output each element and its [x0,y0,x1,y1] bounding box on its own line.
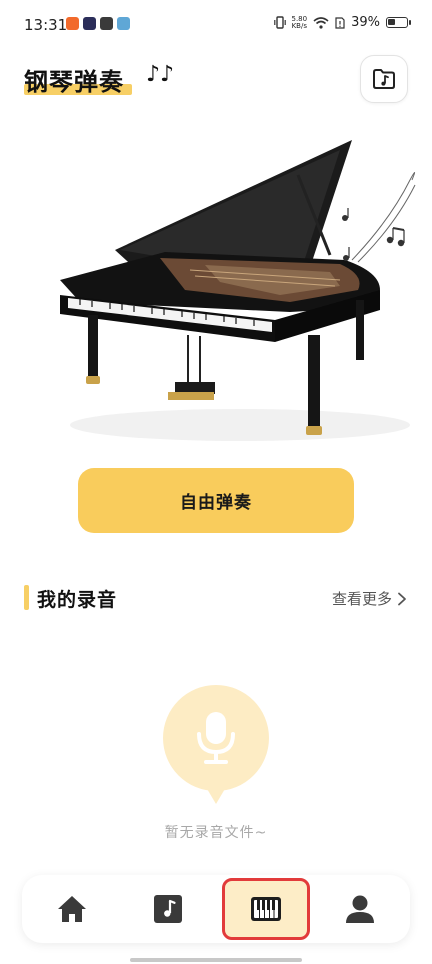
app-notification-icon [117,17,130,30]
grand-piano-illustration [60,140,416,441]
nav-home[interactable] [24,875,120,943]
free-play-button[interactable]: 自由弹奏 [78,468,354,533]
sim-alert-icon [335,16,345,29]
section-accent-bar [24,585,29,610]
home-icon [58,896,86,922]
notification-icons [66,17,130,30]
nav-music-library[interactable] [120,875,216,943]
empty-state-bubble [163,685,269,791]
profile-icon [346,895,374,923]
view-more-label: 查看更多 [331,590,392,608]
microphone-icon [197,712,235,764]
status-right: 5.80 KB/s 39% [273,15,411,30]
empty-state-bubble-tail [203,782,229,804]
chevron-right-icon [398,592,406,605]
battery-icon [386,17,411,28]
battery-percent: 39% [351,15,380,30]
page-title: 钢琴弹奏 [24,68,124,96]
app-notification-icon [83,17,96,30]
network-speed-unit: KB/s [291,21,307,30]
music-folder-button[interactable] [360,55,408,103]
vibrate-icon [273,16,286,29]
home-indicator [130,958,302,962]
nav-piano[interactable] [218,875,314,943]
view-more-link[interactable]: 查看更多 [332,588,408,609]
status-time: 13:31 [24,16,68,34]
piano-keys-icon [251,897,281,921]
wifi-icon [313,16,329,29]
recordings-title: 我的录音 [37,589,118,611]
music-notes-icon: ♪♪ [146,62,175,87]
app-notification-icon [66,17,79,30]
status-bar: 13:31 5.80 KB/s 39% [0,0,432,50]
network-speed: 5.80 KB/s [291,15,308,30]
music-folder-icon [373,69,395,89]
app-notification-icon [100,17,113,30]
page-title-wrap: 钢琴弹奏 [24,62,132,98]
music-file-icon [154,895,182,923]
empty-state-text: 暂无录音文件~ [164,825,268,841]
nav-profile[interactable] [312,875,408,943]
